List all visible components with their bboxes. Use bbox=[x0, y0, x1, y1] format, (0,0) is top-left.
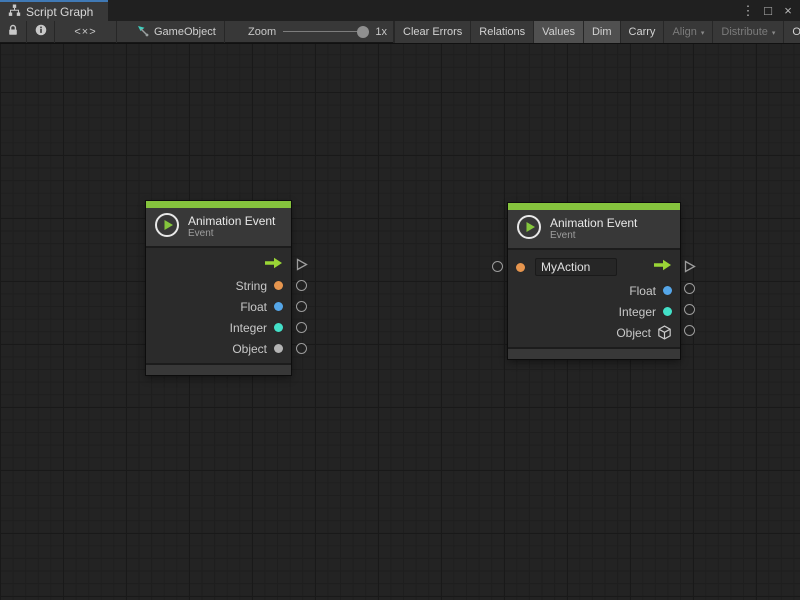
string-input-connector[interactable] bbox=[492, 261, 503, 272]
port-dot-float[interactable] bbox=[274, 302, 283, 311]
port-dot-float[interactable] bbox=[663, 286, 672, 295]
port-dot-string-input[interactable] bbox=[516, 263, 525, 272]
lock-button[interactable] bbox=[0, 21, 27, 43]
port-dot-integer[interactable] bbox=[274, 323, 283, 332]
node-body: String Float Integer Object bbox=[146, 248, 291, 363]
port-row-float[interactable]: Float bbox=[508, 280, 680, 301]
graph-toolbar: <×> GameObject Zoom 1x Clear E bbox=[0, 21, 800, 43]
info-button[interactable] bbox=[27, 21, 55, 43]
zoom-control: Zoom 1x bbox=[242, 21, 394, 43]
port-row-flow-out[interactable] bbox=[146, 254, 291, 275]
port-dot-integer[interactable] bbox=[663, 307, 672, 316]
flow-arrow-icon bbox=[654, 258, 672, 276]
event-play-icon bbox=[516, 214, 542, 245]
float-output-connector[interactable] bbox=[296, 301, 307, 312]
node-subtitle: Event bbox=[188, 228, 275, 240]
maximize-icon[interactable]: □ bbox=[760, 0, 776, 21]
values-button[interactable]: Values bbox=[533, 21, 583, 43]
carry-button[interactable]: Carry bbox=[620, 21, 664, 43]
graph-canvas[interactable]: Animation Event Event String bbox=[0, 44, 800, 600]
window-menu-icon[interactable]: ⋮ bbox=[740, 0, 756, 21]
object-output-connector[interactable] bbox=[684, 325, 695, 336]
node-animation-event-right[interactable]: Animation Event Event Float bbox=[508, 203, 680, 359]
node-accent-bar bbox=[146, 201, 291, 208]
node-footer bbox=[508, 349, 680, 359]
node-footer bbox=[146, 365, 291, 375]
object-output-connector[interactable] bbox=[296, 343, 307, 354]
overview-button[interactable]: Overview bbox=[783, 21, 800, 43]
tab-title: Script Graph bbox=[26, 5, 93, 19]
info-icon bbox=[35, 23, 47, 41]
node-animation-event-left[interactable]: Animation Event Event String bbox=[146, 201, 291, 375]
port-dot-string[interactable] bbox=[274, 281, 283, 290]
port-row-string[interactable]: String bbox=[146, 275, 291, 296]
code-preview-toggle[interactable]: <×> bbox=[55, 21, 117, 43]
integer-output-connector[interactable] bbox=[296, 322, 307, 333]
flow-output-connector[interactable] bbox=[296, 258, 308, 276]
dim-button[interactable]: Dim bbox=[583, 21, 620, 43]
flow-output-connector[interactable] bbox=[684, 260, 696, 278]
port-row-integer[interactable]: Integer bbox=[146, 317, 291, 338]
node-header[interactable]: Animation Event Event bbox=[508, 210, 680, 248]
clear-errors-button[interactable]: Clear Errors bbox=[394, 21, 470, 43]
graph-owner-label: GameObject bbox=[154, 26, 216, 38]
graph-reference-icon bbox=[136, 24, 149, 40]
script-graph-window: Script Graph ⋮ □ × bbox=[0, 0, 800, 600]
port-row-float[interactable]: Float bbox=[146, 296, 291, 317]
node-header[interactable]: Animation Event Event bbox=[146, 208, 291, 246]
node-subtitle: Event bbox=[550, 230, 637, 242]
graph-owner-reference[interactable]: GameObject bbox=[128, 21, 225, 43]
node-title: Animation Event bbox=[188, 214, 275, 228]
align-dropdown[interactable]: Align ▾ bbox=[663, 21, 712, 43]
node-body: Float Integer Object bbox=[508, 250, 680, 347]
node-accent-bar bbox=[508, 203, 680, 210]
relations-button[interactable]: Relations bbox=[470, 21, 533, 43]
chevron-down-icon: ▾ bbox=[701, 29, 705, 37]
zoom-value: 1x bbox=[375, 26, 387, 38]
window-controls: ⋮ □ × bbox=[740, 0, 796, 21]
flow-arrow-icon bbox=[265, 256, 283, 274]
zoom-label: Zoom bbox=[248, 26, 276, 38]
zoom-slider-track bbox=[283, 31, 368, 32]
close-icon[interactable]: × bbox=[780, 0, 796, 21]
port-row-name-input[interactable] bbox=[508, 254, 680, 280]
tab-bar: Script Graph ⋮ □ × bbox=[0, 0, 800, 21]
lock-icon bbox=[7, 23, 19, 41]
code-toggle-label: <×> bbox=[74, 26, 96, 38]
event-play-icon bbox=[154, 212, 180, 243]
tab-script-graph[interactable]: Script Graph bbox=[0, 0, 108, 21]
graph-tab-icon bbox=[8, 4, 21, 20]
node-title: Animation Event bbox=[550, 216, 637, 230]
port-row-integer[interactable]: Integer bbox=[508, 301, 680, 322]
float-output-connector[interactable] bbox=[684, 283, 695, 294]
cube-icon[interactable] bbox=[657, 325, 672, 340]
distribute-dropdown[interactable]: Distribute ▾ bbox=[712, 21, 783, 43]
action-name-field[interactable] bbox=[535, 258, 617, 276]
string-output-connector[interactable] bbox=[296, 280, 307, 291]
toolbar-left-cluster: <×> bbox=[0, 21, 117, 43]
integer-output-connector[interactable] bbox=[684, 304, 695, 315]
port-row-object[interactable]: Object bbox=[146, 338, 291, 359]
zoom-slider[interactable] bbox=[283, 26, 368, 38]
toolbar-button-cluster: Clear Errors Relations Values Dim Carry … bbox=[394, 21, 800, 43]
zoom-slider-knob[interactable] bbox=[357, 26, 369, 38]
port-row-object[interactable]: Object bbox=[508, 322, 680, 343]
port-dot-object[interactable] bbox=[274, 344, 283, 353]
chevron-down-icon: ▾ bbox=[772, 29, 776, 37]
